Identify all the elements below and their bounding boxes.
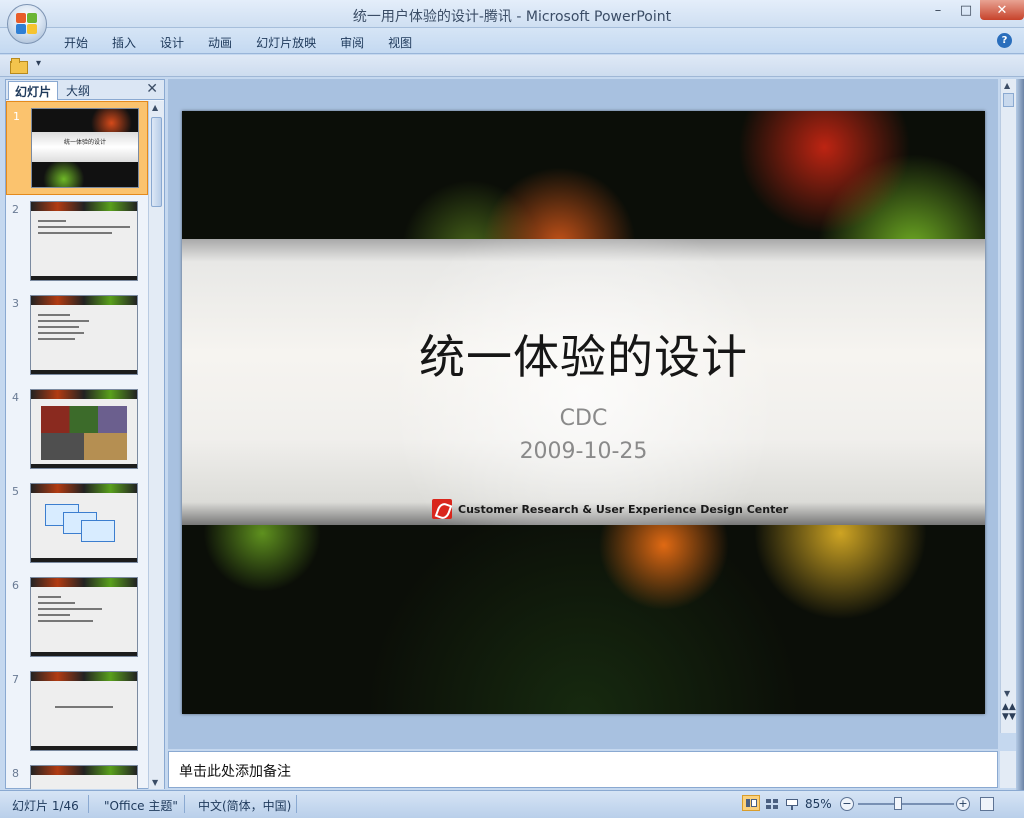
thumbnail-row[interactable]: 8 [6,759,148,789]
notes-placeholder: 单击此处添加备注 [179,764,291,780]
tab-home[interactable]: 开始 [52,32,100,53]
qat-customize-icon[interactable]: ▾ [36,58,41,69]
slide-thumbnail[interactable] [30,201,138,281]
scroll-up-icon[interactable]: ▲ [152,103,158,112]
title-bar: 统一用户体验的设计-腾讯 - Microsoft PowerPoint – □ … [0,0,1024,28]
slide-scrollbar[interactable]: ▲ ▼ [1000,79,1016,733]
language-status[interactable]: 中文(简体，中国) [198,797,291,814]
thumbnail-row[interactable]: 4 [6,383,148,477]
tab-insert[interactable]: 插入 [100,32,148,53]
slide-thumbnail[interactable] [30,389,138,469]
slide-sorter-icon[interactable] [762,795,780,811]
window-title: 统一用户体验的设计-腾讯 - Microsoft PowerPoint [352,9,672,25]
panel-tabs: 幻灯片 大纲 ✕ [6,80,164,100]
previous-slide-icon[interactable]: ▲▲ [1002,702,1016,712]
status-bar: 幻灯片 1/46 "Office 主题" 中文(简体，中国) 85% − + [0,790,1024,818]
open-folder-icon[interactable] [10,58,28,74]
zoom-slider[interactable] [858,803,954,805]
office-logo-icon [16,13,38,35]
slide-thumbnail[interactable] [30,577,138,657]
slide-subtitle[interactable]: CDC [182,406,985,431]
theme-name: "Office 主题" [104,799,178,813]
tab-animation[interactable]: 动画 [196,32,244,53]
fit-to-window-icon[interactable] [980,797,994,811]
minimize-button[interactable]: – [924,0,952,20]
thumbnail-number: 4 [12,391,19,404]
slide-org[interactable]: Customer Research & User Experience Desi… [432,499,788,519]
thumbnail-row[interactable]: 3 [6,289,148,383]
thumbnail-row[interactable]: 6 [6,571,148,665]
thumbnail-title: 统一体验的设计 [63,139,106,146]
thumbnail-number: 5 [12,485,19,498]
help-icon[interactable]: ? [997,33,1012,48]
tab-design[interactable]: 设计 [148,32,196,53]
window-edge [1016,79,1024,790]
cdc-logo-icon [432,499,452,519]
slideshow-view-icon[interactable] [782,795,800,811]
thumbnail-number: 1 [13,110,20,123]
zoom-in-button[interactable]: + [956,797,970,811]
thumbnail-row[interactable]: 2 [6,195,148,289]
page-nav: ▲▲ ▼▼ [1002,702,1016,722]
tab-review[interactable]: 审阅 [328,32,376,53]
notes-pane[interactable]: 单击此处添加备注 [168,751,998,788]
panel-close-icon[interactable]: ✕ [146,81,158,97]
scroll-down-icon[interactable]: ▼ [1004,689,1010,698]
thumbnail-number: 7 [12,673,19,686]
thumbnails-scrollbar[interactable]: ▲ ▼ [148,101,164,789]
thumbnail-row[interactable]: 7 [6,665,148,759]
tab-outline[interactable]: 大纲 [60,81,96,100]
thumbnail-number: 8 [12,767,19,780]
zoom-slider-thumb[interactable] [894,797,902,810]
scroll-thumb[interactable] [151,117,162,207]
thumbnail-number: 3 [12,297,19,310]
scroll-down-icon[interactable]: ▼ [152,778,158,787]
office-button[interactable] [7,4,47,44]
slide-thumbnail[interactable] [30,295,138,375]
slide-thumbnail[interactable]: 统一体验的设计 [31,108,139,188]
zoom-level[interactable]: 85% [805,797,832,811]
close-button[interactable]: ✕ [980,0,1024,20]
slide-thumbnail[interactable] [30,765,138,789]
org-name: Customer Research & User Experience Desi… [458,502,789,516]
tab-view[interactable]: 视图 [376,32,424,53]
scroll-thumb[interactable] [1003,93,1014,107]
slide-date[interactable]: 2009-10-25 [182,439,985,464]
quick-access-toolbar: ▾ [0,55,1024,77]
slide-thumbnail[interactable] [30,671,138,751]
normal-view-icon[interactable] [742,795,760,811]
next-slide-icon[interactable]: ▼▼ [1002,712,1016,722]
scroll-up-icon[interactable]: ▲ [1004,81,1010,90]
slides-panel: 幻灯片 大纲 ✕ 1 统一体验的设计 2 3 4 5 6 7 8 ▲ ▼ [5,79,165,789]
slide-thumbnail[interactable] [30,483,138,563]
slide-canvas[interactable]: 统一体验的设计 CDC 2009-10-25 Customer Research… [182,111,985,714]
thumbnail-row[interactable]: 1 统一体验的设计 [6,101,148,195]
tab-slides[interactable]: 幻灯片 [8,81,59,100]
thumbnail-number: 6 [12,579,19,592]
notes-scrollbar[interactable] [1000,751,1016,788]
ribbon-tabs: 开始 插入 设计 动画 幻灯片放映 审阅 视图 ? [0,28,1024,54]
tab-slideshow[interactable]: 幻灯片放映 [244,32,328,53]
slide-counter: 幻灯片 1/46 [12,799,79,813]
thumbnail-list: 1 统一体验的设计 2 3 4 5 6 7 8 [6,101,148,789]
zoom-out-button[interactable]: − [840,797,854,811]
thumbnail-row[interactable]: 5 [6,477,148,571]
slide-title[interactable]: 统一体验的设计 [182,321,985,387]
maximize-button[interactable]: □ [952,0,980,20]
thumbnail-number: 2 [12,203,19,216]
window-controls: – □ ✕ [924,0,1024,20]
